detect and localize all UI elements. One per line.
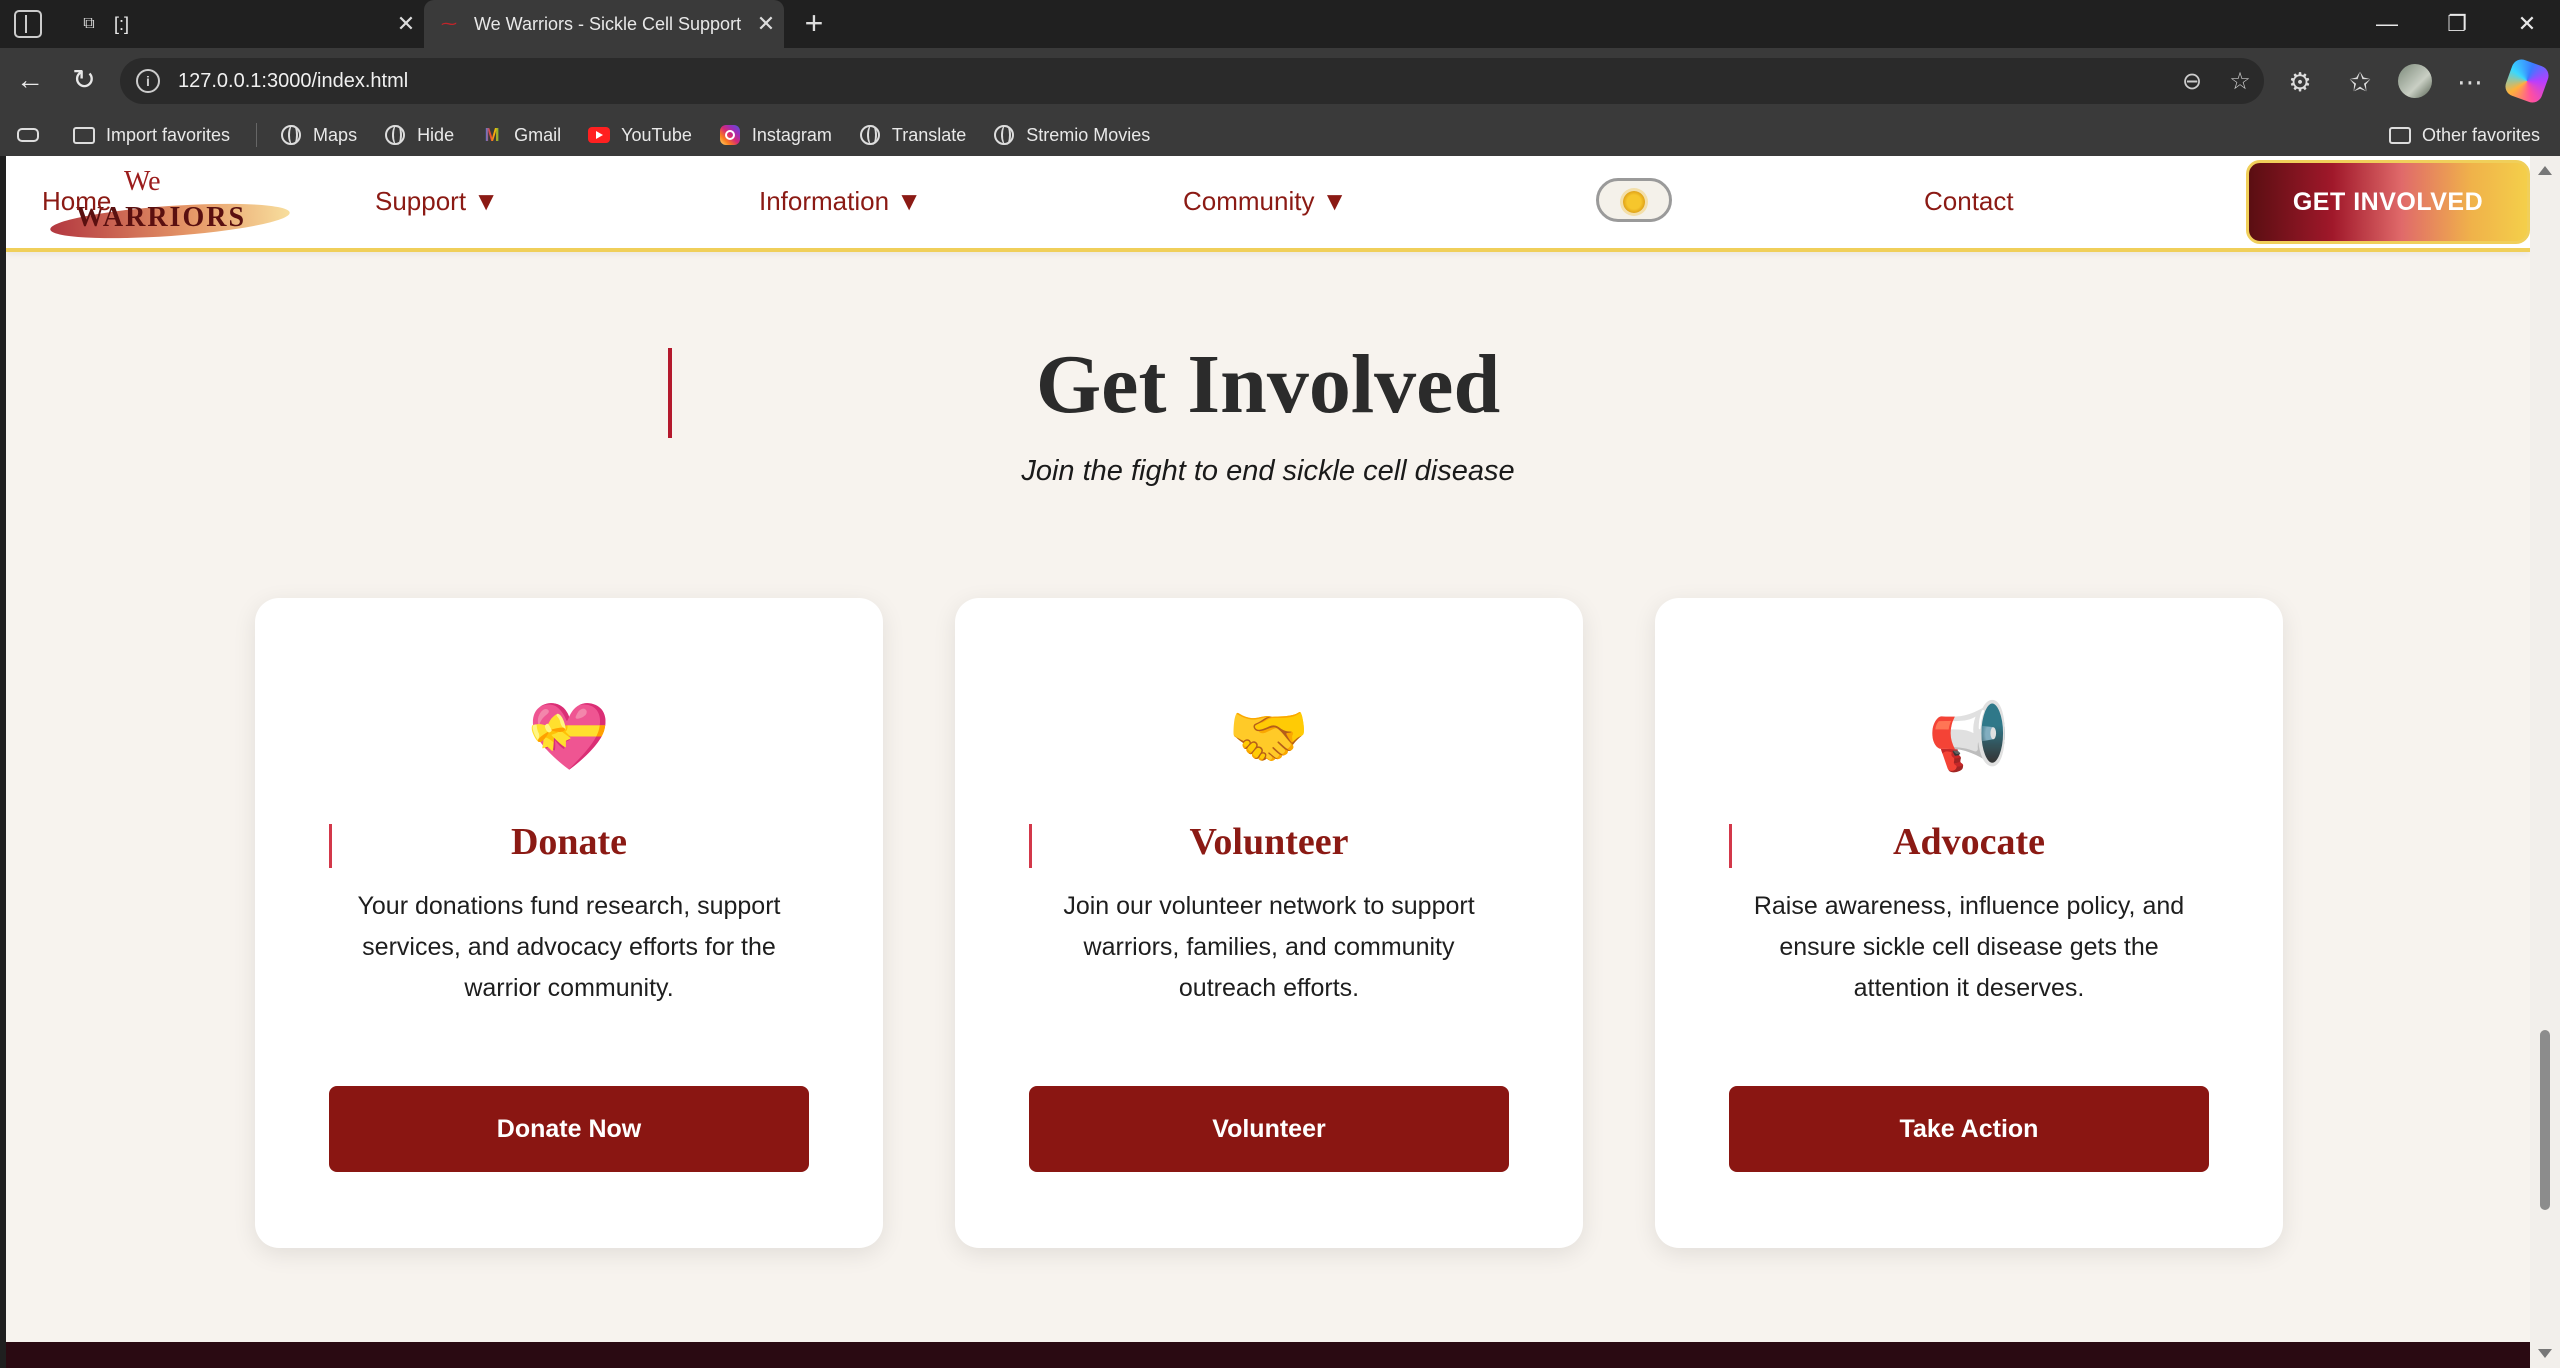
new-tab-icon[interactable]: + <box>796 6 832 42</box>
folder-icon <box>2388 123 2412 147</box>
favorites-icon[interactable]: ✩ <box>2338 60 2382 104</box>
refresh-icon[interactable]: ↻ <box>64 60 104 100</box>
tab-title: We Warriors - Sickle Cell Support <box>474 13 742 34</box>
tab-close-icon[interactable]: ✕ <box>748 11 784 37</box>
bookmarks-bar: Import favorites Maps Hide M Gmail YouTu… <box>0 114 2560 156</box>
url-text[interactable]: 127.0.0.1:3000/index.html <box>178 70 2168 93</box>
instagram-icon <box>718 123 742 147</box>
donate-now-button[interactable]: Donate Now <box>329 1086 809 1172</box>
globe-icon <box>858 123 882 147</box>
page-scrollbar[interactable] <box>2530 156 2560 1368</box>
card-description: Your donations fund research, support se… <box>357 892 781 1002</box>
favorite-star-icon[interactable]: ☆ <box>2216 67 2264 96</box>
bookmark-label: Instagram <box>751 124 832 145</box>
tab-active[interactable]: ⁓ We Warriors - Sickle Cell Support ✕ <box>424 0 784 48</box>
megaphone-icon: 📢 <box>1927 699 2011 773</box>
heart-gift-icon: 💝 <box>527 699 611 773</box>
scrollbar-thumb[interactable] <box>2540 1030 2550 1210</box>
menu-dots-icon[interactable]: ⋯ <box>2448 60 2492 104</box>
bookmark-label: Stremio Movies <box>1026 124 1151 145</box>
card-title: Advocate <box>1893 821 2045 863</box>
bookmark-label: Translate <box>891 124 967 145</box>
nav-contact-link[interactable]: Contact <box>1924 186 2014 217</box>
page-icon: ⧉ <box>83 15 95 32</box>
card-title: Volunteer <box>1189 821 1349 863</box>
card-advocate: 📢 Advocate Raise awareness, influence po… <box>1655 598 2283 1248</box>
globe-icon <box>992 123 1016 147</box>
bookmark-maps[interactable]: Maps <box>279 123 357 147</box>
bookmark-label: Hide <box>417 124 455 145</box>
import-icon <box>72 123 96 147</box>
tab-title: [:] <box>114 13 130 34</box>
tab-inactive[interactable]: ⧉ [:] ✕ <box>64 0 424 48</box>
tab-strip: ⧉ [:] ✕ ⁓ We Warriors - Sickle Cell Supp… <box>0 0 2560 48</box>
tab-actions-icon[interactable] <box>14 10 42 38</box>
section-header: Get Involved Join the fight to end sickl… <box>6 336 2530 488</box>
globe-icon <box>279 123 303 147</box>
footer-edge <box>6 1342 2530 1368</box>
nav-support-menu[interactable]: Support ▼ <box>375 186 499 217</box>
close-window-icon[interactable]: ✕ <box>2492 0 2560 48</box>
bookmark-label: YouTube <box>621 124 692 145</box>
minimize-icon[interactable]: — <box>2352 0 2422 48</box>
bookmark-instagram[interactable]: Instagram <box>718 123 832 147</box>
youtube-icon <box>587 123 611 147</box>
bookmark-stremio-movies[interactable]: Stremio Movies <box>992 123 1150 147</box>
volunteer-button[interactable]: Volunteer <box>1029 1086 1509 1172</box>
site-info-icon[interactable]: i <box>136 69 160 93</box>
card-volunteer: 🤝 Volunteer Join our volunteer network t… <box>955 598 1583 1248</box>
favicon-icon: ⁓ <box>441 16 457 33</box>
get-involved-button[interactable]: GET INVOLVED <box>2246 160 2530 244</box>
sun-icon <box>1623 191 1645 213</box>
scroll-down-icon[interactable] <box>2538 1349 2552 1358</box>
card-description: Raise awareness, influence policy, and e… <box>1753 892 2185 1002</box>
bookmark-label: Import favorites <box>106 124 231 145</box>
other-favorites[interactable]: Other favorites <box>2388 123 2540 147</box>
url-field[interactable]: i 127.0.0.1:3000/index.html ⊖ ☆ <box>120 58 2264 104</box>
bookmark-hide[interactable]: Hide <box>383 123 454 147</box>
site-navbar: We WARRIORS Home Support ▼ Information ▼… <box>6 156 2530 252</box>
section-subtitle: Join the fight to end sickle cell diseas… <box>1021 455 1515 487</box>
bookmark-label: Gmail <box>514 124 562 145</box>
nav-home-link[interactable]: Home <box>42 186 111 217</box>
handshake-icon: 🤝 <box>1227 699 1311 773</box>
globe-icon <box>383 123 407 147</box>
nav-community-menu[interactable]: Community ▼ <box>1183 186 1347 217</box>
logo-we: We <box>124 166 161 197</box>
bookmark-import-favorites[interactable]: Import favorites <box>72 123 230 147</box>
card-title: Donate <box>510 821 628 863</box>
nav-information-menu[interactable]: Information ▼ <box>759 186 922 217</box>
profile-avatar[interactable] <box>2398 64 2432 98</box>
scroll-up-icon[interactable] <box>2538 166 2552 175</box>
gmail-icon: M <box>484 124 500 145</box>
bookmark-youtube[interactable]: YouTube <box>587 123 692 147</box>
collections-icon <box>16 123 40 147</box>
more-tools-icon[interactable]: ⊖ <box>2168 67 2216 96</box>
bookmark-gmail[interactable]: M Gmail <box>480 123 562 147</box>
copilot-icon[interactable] <box>2502 56 2552 106</box>
tab-close-icon[interactable]: ✕ <box>388 11 424 37</box>
browser-chrome: ⧉ [:] ✕ ⁓ We Warriors - Sickle Cell Supp… <box>0 0 2560 156</box>
bookmark-label: Maps <box>313 124 358 145</box>
restore-icon[interactable]: ❐ <box>2422 0 2492 48</box>
card-donate: 💝 Donate Your donations fund research, s… <box>255 598 883 1248</box>
back-icon[interactable]: ← <box>10 60 50 100</box>
card-description: Join our volunteer network to support wa… <box>1063 892 1475 1002</box>
take-action-button[interactable]: Take Action <box>1729 1086 2209 1172</box>
page-viewport: We WARRIORS Home Support ▼ Information ▼… <box>6 156 2530 1368</box>
other-favorites-label: Other favorites <box>2422 124 2541 145</box>
extensions-icon[interactable]: ⚙ <box>2278 60 2322 104</box>
theme-toggle[interactable] <box>1596 178 1672 222</box>
section-title: Get Involved <box>1035 338 1501 431</box>
address-bar-row: ← ↻ i 127.0.0.1:3000/index.html ⊖ ☆ ⚙ ✩ … <box>0 48 2560 114</box>
bookmark-divider <box>256 123 258 147</box>
bookmark-translate[interactable]: Translate <box>858 123 966 147</box>
bookmarks-toggle-icon[interactable] <box>16 123 50 147</box>
